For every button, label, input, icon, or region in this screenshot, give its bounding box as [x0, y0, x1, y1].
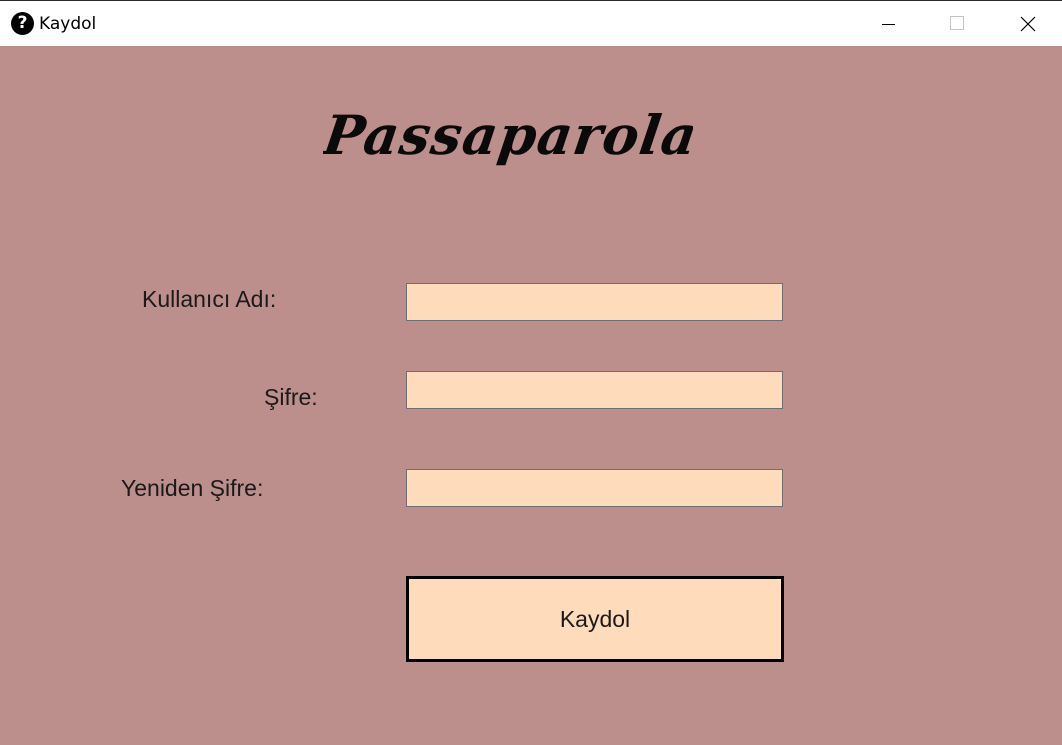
password-repeat-label: Yeniden Şifre:: [121, 475, 264, 501]
help-question-icon: ?: [11, 12, 34, 35]
minimize-icon: [882, 24, 895, 25]
title-bar[interactable]: ? Kaydol: [0, 0, 1062, 46]
app-logo: Passaparola: [323, 103, 693, 167]
signup-button[interactable]: Kaydol: [406, 576, 784, 662]
username-label: Kullanıcı Adı:: [142, 286, 277, 312]
maximize-button[interactable]: [934, 1, 980, 46]
close-icon: [1020, 16, 1036, 32]
minimize-button[interactable]: [865, 1, 911, 46]
window-title: Kaydol: [39, 14, 97, 34]
password-repeat-input[interactable]: [406, 469, 783, 507]
password-label: Şifre:: [264, 384, 318, 410]
logo-text: Passaparola: [323, 103, 693, 167]
close-button[interactable]: [1005, 1, 1051, 46]
maximize-icon: [950, 16, 964, 30]
signup-window: ? Kaydol Passaparola Kullanıcı Adı: Şifr…: [0, 0, 1062, 745]
username-input[interactable]: [406, 283, 783, 321]
password-input[interactable]: [406, 371, 783, 409]
